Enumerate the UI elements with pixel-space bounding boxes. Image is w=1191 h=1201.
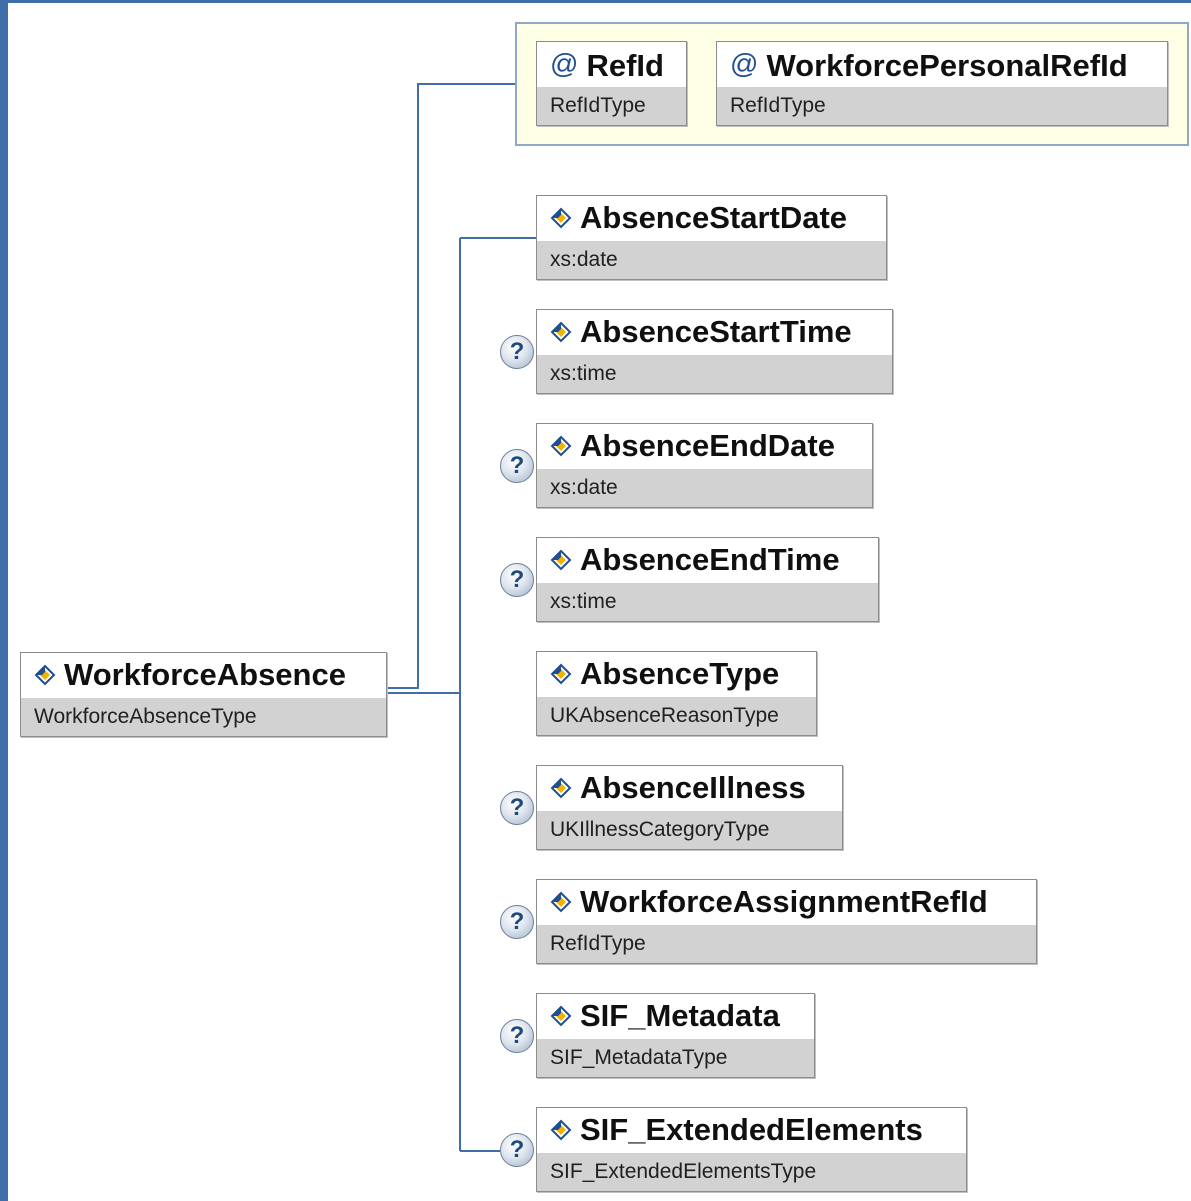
attribute-title: @ WorkforcePersonalRefId	[717, 42, 1167, 86]
element-title: SIF_ExtendedElements	[537, 1108, 966, 1152]
root-element-name: WorkforceAbsence	[64, 657, 346, 692]
element-box-sif-metadata[interactable]: SIF_Metadata SIF_MetadataType	[536, 993, 815, 1078]
element-box-absence-end-date[interactable]: AbsenceEndDate xs:date	[536, 423, 873, 508]
element-box-workforce-assignment-refid[interactable]: WorkforceAssignmentRefId RefIdType	[536, 879, 1037, 964]
element-title: AbsenceStartDate	[537, 196, 886, 240]
element-name: AbsenceStartDate	[580, 200, 848, 235]
element-name: WorkforceAssignmentRefId	[580, 884, 988, 919]
element-icon	[550, 777, 572, 799]
element-title: AbsenceStartTime	[537, 310, 892, 354]
element-type: UKIllnessCategoryType	[537, 811, 842, 849]
element-box-absence-start-time[interactable]: AbsenceStartTime xs:time	[536, 309, 893, 394]
element-type: RefIdType	[537, 925, 1036, 963]
attribute-at-icon: @	[550, 48, 579, 79]
element-box-absence-end-time[interactable]: AbsenceEndTime xs:time	[536, 537, 879, 622]
attribute-type: RefIdType	[717, 87, 1167, 125]
element-type: xs:time	[537, 583, 878, 621]
element-icon	[34, 664, 56, 686]
element-name: AbsenceIllness	[580, 770, 806, 805]
element-type: xs:date	[537, 241, 886, 279]
schema-diagram: WorkforceAbsence WorkforceAbsenceType @ R…	[0, 0, 1191, 1201]
element-icon	[550, 549, 572, 571]
element-box-absence-illness[interactable]: AbsenceIllness UKIllnessCategoryType	[536, 765, 843, 850]
element-icon	[550, 663, 572, 685]
element-type: UKAbsenceReasonType	[537, 697, 816, 735]
element-type: xs:date	[537, 469, 872, 507]
element-type: xs:time	[537, 355, 892, 393]
attribute-name: WorkforcePersonalRefId	[766, 48, 1128, 83]
root-element-box[interactable]: WorkforceAbsence WorkforceAbsenceType	[20, 652, 387, 737]
root-element-type: WorkforceAbsenceType	[21, 698, 386, 736]
element-title: SIF_Metadata	[537, 994, 814, 1038]
element-title: AbsenceEndTime	[537, 538, 878, 582]
element-type: SIF_MetadataType	[537, 1039, 814, 1077]
optional-icon: ?	[500, 563, 534, 597]
element-name: AbsenceEndTime	[580, 542, 840, 577]
optional-icon: ?	[500, 335, 534, 369]
element-type: SIF_ExtendedElementsType	[537, 1153, 966, 1191]
element-icon	[550, 321, 572, 343]
attribute-at-icon: @	[730, 48, 759, 79]
optional-icon: ?	[500, 1133, 534, 1167]
element-box-absence-start-date[interactable]: AbsenceStartDate xs:date	[536, 195, 887, 280]
element-name: AbsenceEndDate	[580, 428, 835, 463]
element-icon	[550, 891, 572, 913]
element-title: AbsenceEndDate	[537, 424, 872, 468]
optional-icon: ?	[500, 1019, 534, 1053]
optional-icon: ?	[500, 449, 534, 483]
element-box-sif-extended-elements[interactable]: SIF_ExtendedElements SIF_ExtendedElement…	[536, 1107, 967, 1192]
attribute-title: @ RefId	[537, 42, 686, 86]
attribute-box-refid[interactable]: @ RefId RefIdType	[536, 41, 687, 126]
element-icon	[550, 435, 572, 457]
optional-icon: ?	[500, 905, 534, 939]
element-name: AbsenceType	[580, 656, 780, 691]
element-icon	[550, 207, 572, 229]
optional-icon: ?	[500, 791, 534, 825]
attribute-type: RefIdType	[537, 87, 686, 125]
root-element-title: WorkforceAbsence	[21, 653, 386, 697]
element-title: AbsenceType	[537, 652, 816, 696]
attribute-box-workforce-personal-refid[interactable]: @ WorkforcePersonalRefId RefIdType	[716, 41, 1168, 126]
element-name: AbsenceStartTime	[580, 314, 852, 349]
element-name: SIF_Metadata	[580, 998, 780, 1033]
element-title: AbsenceIllness	[537, 766, 842, 810]
element-icon	[550, 1119, 572, 1141]
element-name: SIF_ExtendedElements	[580, 1112, 923, 1147]
element-icon	[550, 1005, 572, 1027]
element-title: WorkforceAssignmentRefId	[537, 880, 1036, 924]
attribute-name: RefId	[586, 48, 664, 83]
element-box-absence-type[interactable]: AbsenceType UKAbsenceReasonType	[536, 651, 817, 736]
